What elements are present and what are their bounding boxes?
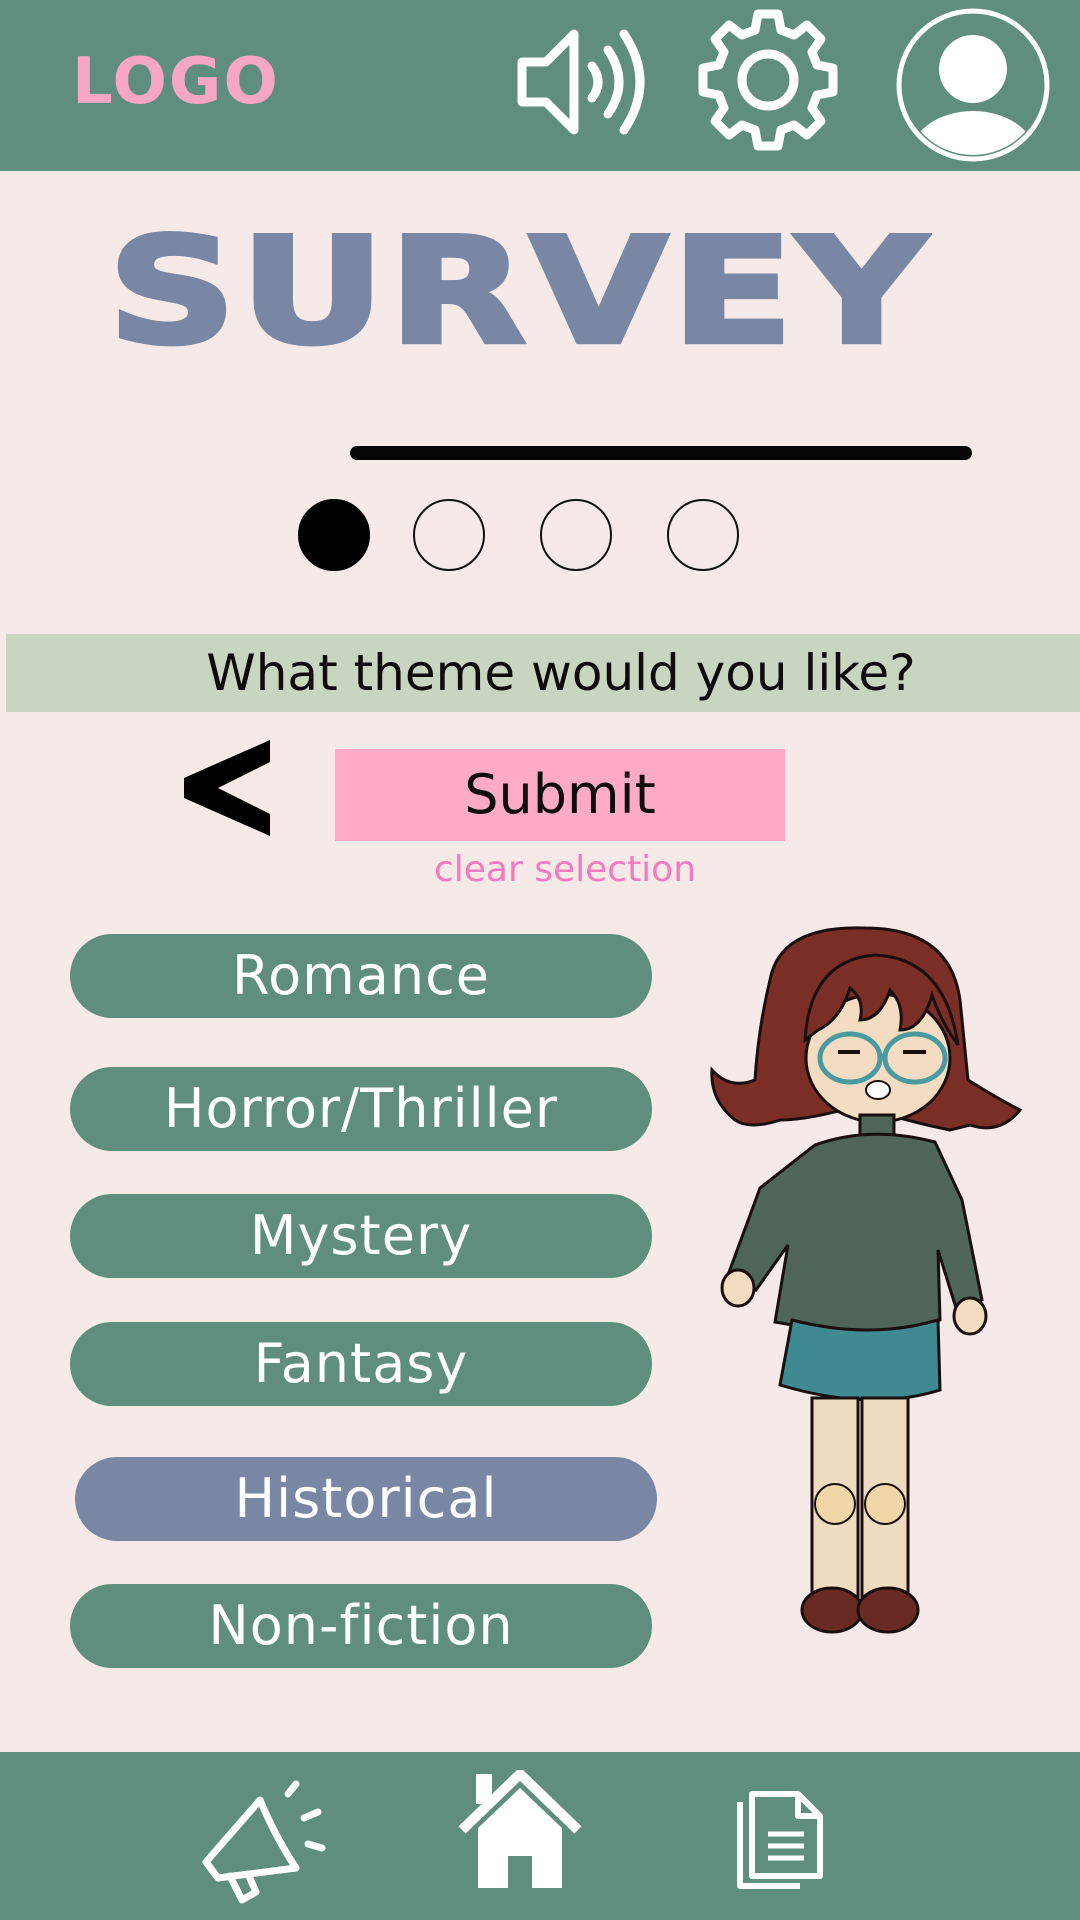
chevron-left-icon[interactable] — [180, 740, 270, 842]
megaphone-icon[interactable] — [196, 1778, 326, 1904]
profile-icon[interactable] — [895, 7, 1051, 163]
option-mystery[interactable]: Mystery — [70, 1194, 652, 1278]
submit-button[interactable]: Submit — [335, 749, 785, 841]
option-historical[interactable]: Historical — [75, 1457, 657, 1541]
survey-title: SURVEY — [105, 206, 931, 377]
progress-dot-4 — [667, 499, 739, 571]
gear-icon[interactable] — [694, 6, 842, 154]
progress-dot-2 — [413, 499, 485, 571]
progress-dot-1 — [298, 499, 370, 571]
logo[interactable]: LOGO — [72, 44, 280, 120]
speaker-icon[interactable] — [516, 22, 650, 142]
option-fantasy[interactable]: Fantasy — [70, 1322, 652, 1406]
home-icon[interactable] — [456, 1770, 584, 1892]
document-icon[interactable] — [736, 1790, 824, 1890]
option-horror-thriller[interactable]: Horror/Thriller — [70, 1067, 652, 1151]
progress-dot-3 — [540, 499, 612, 571]
option-romance[interactable]: Romance — [70, 934, 652, 1018]
question-text: What theme would you like? — [206, 644, 916, 702]
title-divider — [350, 446, 972, 460]
clear-selection-link[interactable]: clear selection — [390, 846, 740, 894]
option-non-fiction[interactable]: Non-fiction — [70, 1584, 652, 1668]
question-bar: What theme would you like? — [6, 634, 1080, 712]
character-illustration — [700, 920, 1030, 1640]
